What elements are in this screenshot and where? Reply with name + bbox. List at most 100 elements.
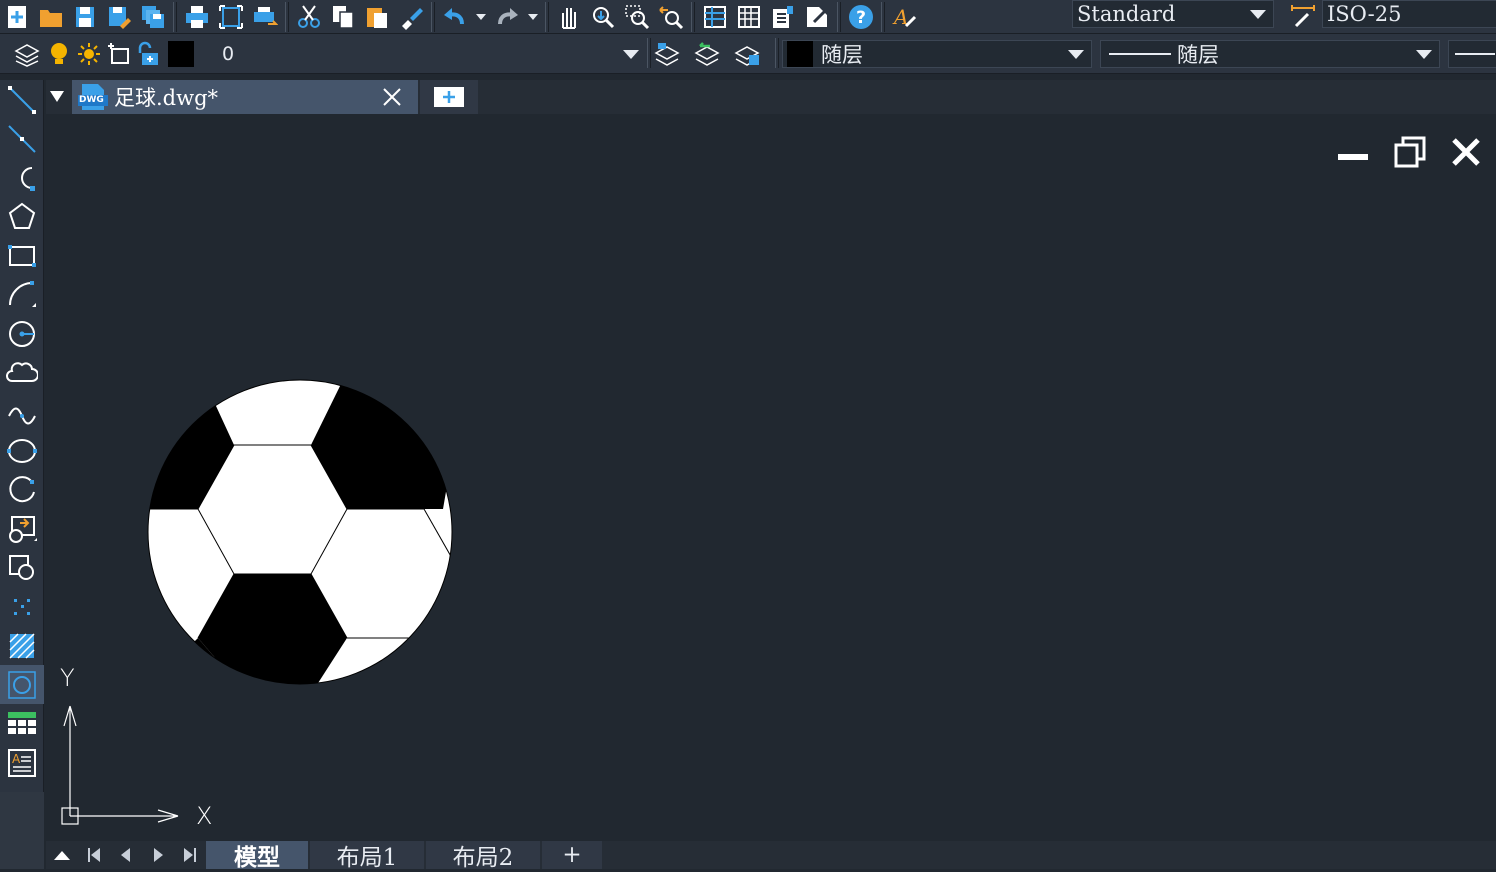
help-icon[interactable]: ?	[844, 2, 878, 32]
line-tool-icon[interactable]	[0, 80, 44, 119]
lineweight-sample-line	[1455, 53, 1495, 55]
save-as-icon[interactable]	[102, 2, 136, 32]
layer-select[interactable]: 0	[218, 40, 646, 68]
zoom-realtime-icon[interactable]	[586, 2, 620, 32]
linetype-select[interactable]: 随层	[1100, 40, 1440, 68]
properties-icon[interactable]	[698, 2, 732, 32]
cut-icon[interactable]	[292, 2, 326, 32]
plot-preview-icon[interactable]	[214, 2, 248, 32]
lineweight-select[interactable]	[1448, 40, 1496, 68]
text-style-value: Standard	[1077, 2, 1176, 26]
tab-list-dropdown-icon[interactable]	[50, 91, 64, 102]
open-folder-icon[interactable]	[34, 2, 68, 32]
rectangle-tool-icon[interactable]	[0, 236, 44, 275]
document-tab[interactable]: DWG 足球.dwg*	[72, 80, 418, 114]
toolbar-separator	[881, 1, 885, 32]
ucs-y-label: Y	[60, 664, 75, 692]
layer-state-icon[interactable]	[730, 39, 764, 69]
ucs-x-label: X	[196, 802, 213, 830]
last-layout-icon[interactable]	[174, 841, 206, 869]
layer-on-bulb-icon[interactable]	[44, 39, 74, 69]
text-style-select[interactable]: Standard	[1072, 0, 1274, 28]
viewport-restore-icon[interactable]	[1394, 136, 1426, 168]
ellipse-arc-tool-icon[interactable]	[0, 470, 44, 509]
previous-layout-icon[interactable]	[110, 841, 142, 869]
toolbar-separator	[285, 1, 289, 32]
hatch-tool-icon[interactable]	[0, 626, 44, 665]
add-layout-button[interactable]: +	[542, 841, 604, 869]
undo-icon[interactable]	[438, 2, 472, 32]
viewport-minimize-icon[interactable]	[1338, 154, 1368, 160]
layer-thaw-sun-icon[interactable]	[74, 39, 104, 69]
tab-layout1[interactable]: 布局1	[310, 841, 426, 871]
dwg-file-icon: DWG	[78, 84, 108, 110]
ucs-icon: Y X	[60, 662, 212, 830]
insert-block-tool-icon[interactable]	[0, 509, 44, 548]
markup-icon[interactable]	[800, 2, 834, 32]
table-tool-icon[interactable]	[0, 704, 44, 743]
publish-icon[interactable]	[248, 2, 282, 32]
tool-palettes-icon[interactable]	[766, 2, 800, 32]
viewport-close-icon[interactable]	[1450, 136, 1482, 168]
color-select[interactable]: 随层	[782, 40, 1092, 68]
linetype-sample-line	[1109, 53, 1171, 55]
copy-icon[interactable]	[326, 2, 360, 32]
tab-layout2[interactable]: 布局2	[426, 841, 542, 871]
ellipse-tool-icon[interactable]	[0, 431, 44, 470]
soccer-ball-drawing[interactable]	[146, 376, 458, 688]
save-all-icon[interactable]	[136, 2, 170, 32]
revision-cloud-tool-icon[interactable]	[0, 353, 44, 392]
color-value: 随层	[821, 43, 863, 67]
circle-tool-icon[interactable]	[0, 314, 44, 353]
point-tool-icon[interactable]	[0, 587, 44, 626]
first-layout-icon[interactable]	[78, 841, 110, 869]
print-icon[interactable]	[180, 2, 214, 32]
close-tab-icon[interactable]	[380, 85, 404, 109]
color-swatch	[787, 41, 813, 67]
region-tool-icon[interactable]	[0, 665, 44, 704]
chevron-down-icon	[1409, 49, 1439, 59]
drawing-canvas[interactable]: Y X	[46, 114, 1496, 841]
redo-dropdown-icon[interactable]	[524, 2, 542, 32]
redo-icon[interactable]	[490, 2, 524, 32]
design-center-icon[interactable]	[732, 2, 766, 32]
layer-manager-icon[interactable]	[10, 39, 44, 69]
undo-dropdown-icon[interactable]	[472, 2, 490, 32]
toolbar-dock-area	[0, 792, 44, 869]
svg-text:A: A	[12, 752, 21, 766]
arc-tool-icon[interactable]	[0, 275, 44, 314]
multiline-text-tool-icon[interactable]: A	[0, 743, 44, 782]
construction-line-tool-icon[interactable]	[0, 119, 44, 158]
chevron-down-icon	[616, 49, 646, 59]
save-icon[interactable]	[68, 2, 102, 32]
make-block-tool-icon[interactable]	[0, 548, 44, 587]
layer-previous-icon[interactable]	[690, 39, 724, 69]
dimension-style-value: ISO-25	[1327, 2, 1402, 26]
zoom-window-icon[interactable]	[620, 2, 654, 32]
dimension-style-select[interactable]: ISO-25	[1322, 0, 1496, 28]
layer-viewport-icon[interactable]	[104, 39, 134, 69]
linetype-value: 随层	[1177, 43, 1219, 67]
pan-icon[interactable]	[552, 2, 586, 32]
layer-unlock-icon[interactable]	[134, 39, 164, 69]
layer-color-swatch	[168, 40, 194, 67]
draw-toolbar: A	[0, 80, 44, 792]
polyline-tool-icon[interactable]	[0, 158, 44, 197]
new-file-icon[interactable]	[0, 2, 34, 32]
toolbar-separator	[173, 1, 177, 32]
new-tab-button[interactable]	[420, 80, 478, 114]
toolbar-separator	[837, 1, 841, 32]
document-tab-bar: DWG 足球.dwg*	[46, 80, 1496, 114]
next-layout-icon[interactable]	[142, 841, 174, 869]
paste-icon[interactable]	[360, 2, 394, 32]
polygon-tool-icon[interactable]	[0, 197, 44, 236]
match-properties-icon[interactable]	[394, 2, 428, 32]
scroll-up-icon[interactable]	[46, 841, 78, 869]
make-object-layer-current-icon[interactable]	[650, 39, 684, 69]
dimension-style-icon	[1286, 0, 1320, 30]
spline-tool-icon[interactable]	[0, 392, 44, 431]
tab-model[interactable]: 模型	[206, 841, 310, 871]
toolbar-separator	[691, 1, 695, 32]
zoom-previous-icon[interactable]	[654, 2, 688, 32]
toolbar-separator	[545, 1, 549, 32]
